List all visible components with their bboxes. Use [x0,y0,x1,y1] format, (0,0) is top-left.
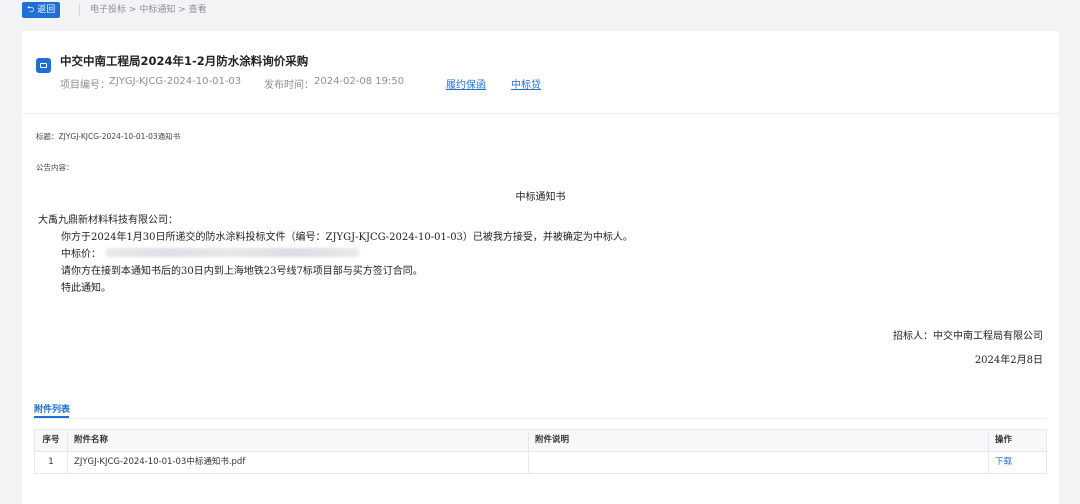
topbar-divider [79,4,80,16]
subject-label: 标题： [36,132,59,141]
column-header: 序号 [42,435,60,445]
notice-body-line: 请你方在接到本通知书后的30日内到上海地铁23号线7标项目部与买方签订合同。 [61,266,423,277]
publish-time-value: 2024-02-08 19:50 [314,76,405,87]
breadcrumb-item[interactable]: 中标通知 [139,5,175,15]
content-label: 公告内容： [36,163,74,172]
breadcrumb-separator: > [178,5,186,15]
notice-doc-title: 中标通知书 [515,192,566,203]
publish-time-label: 发布时间： [264,80,314,91]
project-no-label: 项目编号： [60,80,110,91]
tab-attachments[interactable]: 附件列表 [34,402,70,415]
attachment-desc [528,452,988,473]
addressee: 大禹九鼎新材料科技有限公司： [38,215,178,226]
download-link[interactable]: 下载 [995,457,1012,467]
table-row: 1 ZJYGJ-KJCG-2024-10-01-03中标通知书.pdf 下载 [35,451,1046,473]
bid-loan-link[interactable]: 中标贷 [511,76,541,91]
notice-body-line: 你方于2024年1月30日所递交的防水涂料投标文件（编号：ZJYGJ-KJCG-… [61,232,633,243]
breadcrumb-item[interactable]: 电子投标 [90,5,126,15]
column-header: 操作 [988,430,1046,451]
bid-price-label: 中标价： [61,249,101,260]
tab-divider [34,418,1047,419]
table-header: 序号 附件名称 附件说明 操作 [35,430,1046,451]
subject-line: 标题：ZJYGJ-KJCG-2024-10-01-03通知书 [36,131,180,142]
row-index: 1 [48,457,54,467]
action-cell: 下载 [988,452,1046,473]
column-header: 附件说明 [528,430,988,451]
breadcrumb-separator: > [128,5,137,15]
attachment-name: ZJYGJ-KJCG-2024-10-01-03中标通知书.pdf [67,452,528,473]
notice-body-line: 特此通知。 [61,283,111,294]
return-arrow-icon: ⮌ [27,5,35,15]
detail-card: 中交中南工程局2024年1-2月防水涂料询价采购 项目编号： ZJYGJ-KJC… [22,31,1059,504]
project-no-value: ZJYGJ-KJCG-2024-10-01-03 [109,76,242,87]
attachments-table: 序号 附件名称 附件说明 操作 1 ZJYGJ-KJCG-2024-10-01-… [34,429,1047,474]
subject-value: ZJYGJ-KJCG-2024-10-01-03通知书 [58,132,181,141]
performance-guarantee-link[interactable]: 履约保函 [446,76,486,91]
page-title: 中交中南工程局2024年1-2月防水涂料询价采购 [60,54,309,68]
folder-icon [36,58,51,73]
notice-date: 2024年2月8日 [974,355,1043,366]
signer: 招标人：中交中南工程局有限公司 [893,331,1043,342]
back-button[interactable]: ⮌ 返回 [22,2,61,18]
breadcrumb: 电子投标 > 中标通知 > 查看 [90,4,207,16]
breadcrumb-current: 查看 [188,5,207,15]
back-button-label: 返回 [37,5,56,15]
top-bar: ⮌ 返回 电子投标 > 中标通知 > 查看 [0,0,1080,22]
column-header: 附件名称 [67,430,528,451]
redacted-price [105,248,360,257]
header-divider [22,113,1059,114]
